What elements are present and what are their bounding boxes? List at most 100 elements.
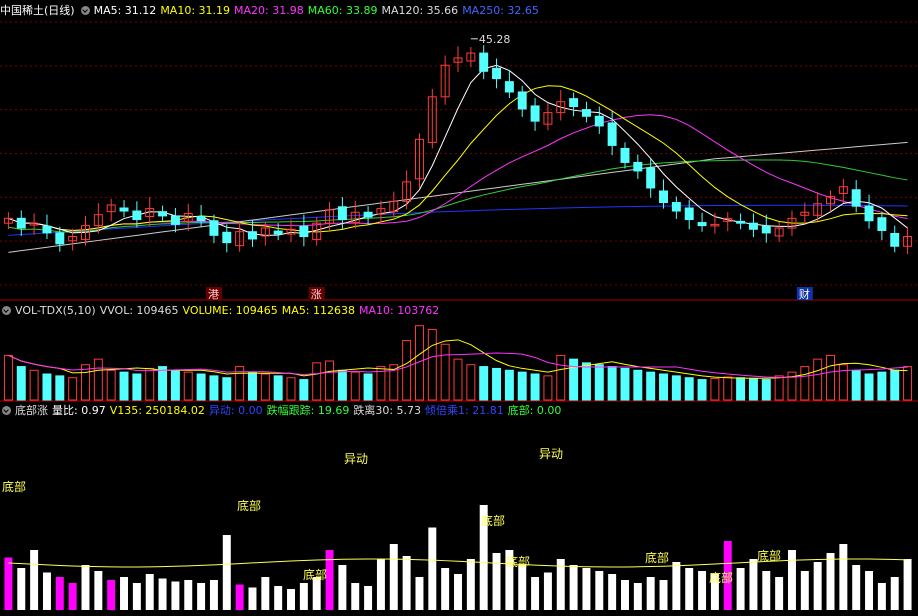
dropdown-icon[interactable] — [2, 306, 11, 315]
volume-bar — [106, 369, 116, 401]
vol-ma10-label: MA10: 103762 — [359, 304, 440, 317]
volume-bar — [659, 373, 669, 401]
indicator-bar — [595, 571, 604, 610]
indicator-bar — [4, 557, 13, 610]
ind-name[interactable]: 底部涨 — [15, 404, 48, 417]
stock-chart: 45.28 港涨财底部 底部 底部 异动 底部 底部 异动 底部 底部 底部 中国稀土(日线) MA5… — [0, 0, 918, 613]
volume-bar — [29, 369, 39, 401]
volume-bar — [350, 371, 360, 401]
indicator-bar — [800, 571, 809, 610]
candle-body — [337, 206, 347, 221]
volume-bar — [607, 366, 617, 401]
indicator-bar — [518, 565, 527, 610]
volume-bar — [363, 373, 373, 401]
indicator-bar — [762, 571, 771, 610]
volume-bar — [312, 362, 322, 401]
indicator-bar — [775, 577, 784, 610]
volume-bar — [774, 375, 784, 401]
candle-body — [222, 231, 232, 244]
stock-title[interactable]: 中国稀土(日线) — [0, 4, 75, 17]
candle-body — [761, 225, 771, 234]
indicator-bar — [852, 565, 861, 610]
indicator-bar — [42, 572, 51, 610]
yidong-label: 异动: 0.00 — [208, 404, 263, 417]
volume-bar — [337, 369, 347, 401]
indicator-bar — [364, 586, 373, 610]
dropdown-icon[interactable] — [2, 406, 11, 415]
indicator-bar — [107, 580, 116, 610]
candle-body — [170, 215, 180, 225]
candle-body — [158, 211, 168, 217]
indicator-bar — [68, 583, 77, 610]
indicator-bar — [685, 568, 694, 610]
volume-bar — [530, 373, 540, 401]
volume-label: VOLUME: 109465 — [182, 304, 278, 317]
vol-name[interactable]: VOL-TDX(5,10) — [15, 304, 96, 317]
ma120-label: MA120: 35.66 — [381, 4, 459, 17]
candle-body — [530, 105, 540, 122]
indicator-bar — [543, 572, 552, 610]
ind-header: 底部涨 量比: 0.97 V135: 250184.02 异动: 0.00 跌幅跟踪: … — [0, 403, 565, 419]
candle-body — [119, 207, 129, 212]
peak-price-label: 45.28 — [479, 33, 511, 46]
ma5-label: MA5: 31.12 — [93, 4, 157, 17]
volume-bar — [594, 364, 604, 401]
indicator-bar — [454, 574, 462, 610]
candle-body — [504, 81, 514, 93]
candle-body — [55, 232, 65, 245]
volume-bar — [748, 377, 758, 401]
volume-bar — [813, 358, 823, 401]
indicator-signal-label: 底部 — [481, 513, 505, 528]
indicator-bar — [698, 571, 707, 610]
volume-bar — [646, 371, 656, 401]
volume-bar — [260, 373, 270, 401]
volume-bar — [864, 373, 874, 401]
indicator-signal-label: 底部 — [2, 479, 26, 494]
candle-body — [607, 122, 617, 146]
volume-bar — [119, 371, 129, 401]
dropdown-icon[interactable] — [80, 6, 90, 15]
indicator-bar — [261, 577, 270, 610]
indicator-bar — [903, 559, 912, 610]
volume-bar — [479, 366, 489, 401]
indicator-bar — [633, 583, 642, 610]
volume-bar — [903, 366, 913, 401]
indicator-bar — [17, 568, 26, 610]
candle-body — [594, 115, 604, 127]
ma20-label: MA20: 31.98 — [234, 4, 304, 17]
indicator-bar — [209, 580, 218, 610]
volume-bar — [3, 354, 13, 401]
candle-body — [209, 220, 219, 236]
candle-body — [646, 167, 656, 189]
indicator-bar — [338, 565, 347, 610]
indicator-signal-label: 异动 — [344, 452, 368, 466]
dibu-label: 底部: 0.00 — [507, 404, 562, 417]
indicator-bar — [608, 574, 617, 610]
liangbi-label: 量比: 0.97 — [52, 404, 106, 417]
indicator-bar — [839, 544, 848, 610]
candle-body — [196, 216, 206, 222]
volume-bar — [877, 371, 887, 401]
volume-bar — [68, 377, 78, 401]
ma120-line — [8, 141, 908, 253]
volume-bar — [569, 358, 579, 401]
candle-body — [864, 205, 874, 222]
candle-body — [851, 189, 861, 207]
indicator-signal-label: 底部 — [709, 570, 733, 585]
volume-bar — [93, 358, 103, 401]
indicator-bar — [428, 527, 437, 610]
indicator-bar — [672, 562, 681, 610]
indicator-bar — [877, 583, 886, 610]
volume-bar — [697, 379, 707, 401]
volume-bar — [183, 371, 193, 401]
volume-bar — [170, 369, 180, 401]
volume-bar — [132, 373, 142, 401]
indicator-bar — [441, 568, 450, 610]
indicator-bar — [81, 565, 90, 610]
candle-body — [42, 225, 52, 234]
indicator-bar — [531, 577, 540, 610]
vol-header: VOL-TDX(5,10) VVOL: 109465 VOLUME: 109465 M… — [0, 303, 443, 319]
candle-body — [273, 230, 283, 235]
volume-bar — [453, 358, 463, 401]
volume-bar — [427, 328, 437, 401]
